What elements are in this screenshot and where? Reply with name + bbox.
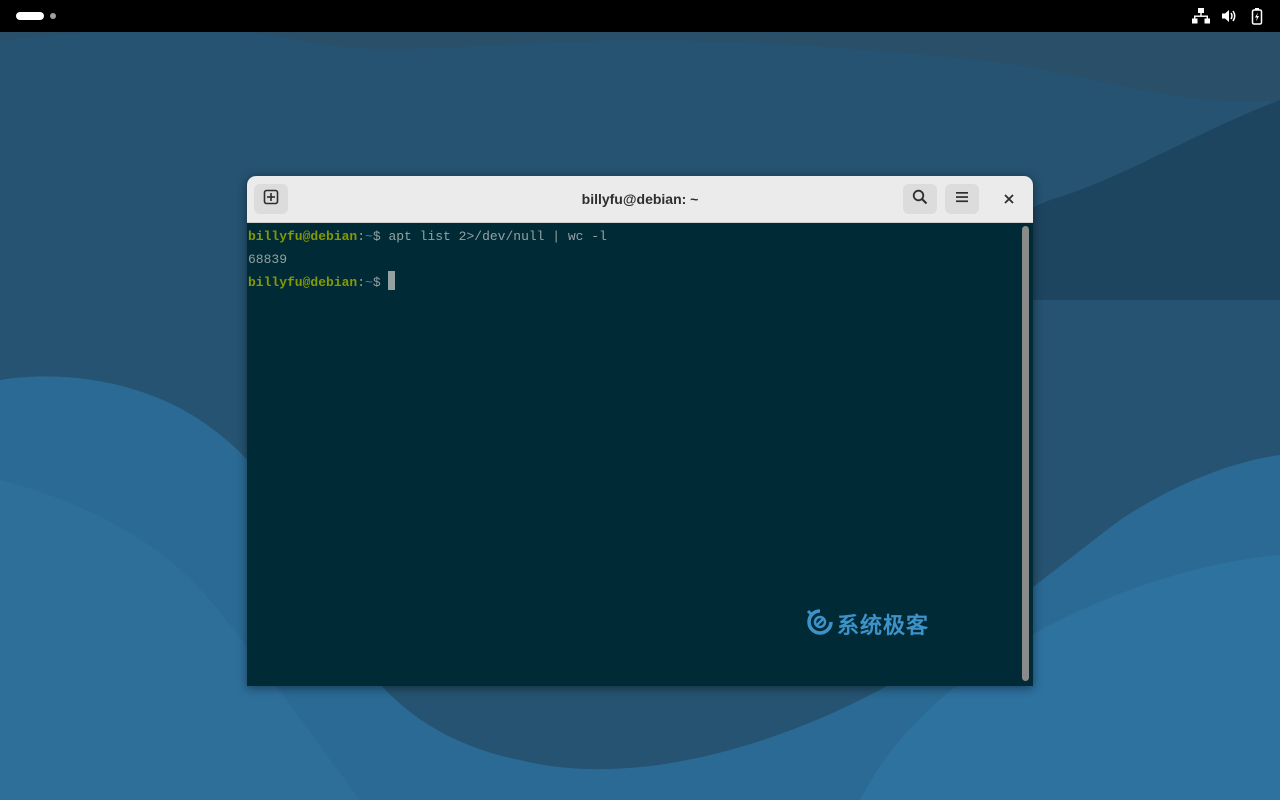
scrollbar-thumb[interactable] (1022, 226, 1029, 681)
prompt-separator: : (357, 275, 366, 290)
terminal-view[interactable]: billyfu@debian:~$ apt list 2>/dev/null |… (247, 223, 1019, 686)
prompt-path: ~ (365, 275, 373, 290)
menu-icon (954, 189, 970, 209)
scrollbar[interactable] (1019, 223, 1033, 686)
prompt-separator: : (357, 229, 366, 244)
close-button[interactable] (997, 187, 1021, 211)
volume-icon (1220, 7, 1238, 25)
network-icon (1192, 7, 1210, 25)
battery-icon (1248, 7, 1266, 25)
search-icon (912, 189, 928, 209)
terminal-output-line: 68839 (248, 248, 287, 271)
command-output: 68839 (248, 252, 288, 267)
new-tab-icon (263, 189, 279, 209)
top-bar (0, 0, 1280, 32)
system-tray[interactable] (1192, 7, 1266, 25)
new-tab-button[interactable] (254, 184, 288, 214)
watermark-text: 系统极客 (837, 613, 930, 639)
prompt-symbol: $ (372, 229, 389, 244)
prompt-path: ~ (365, 229, 373, 244)
activities-button[interactable] (16, 12, 56, 20)
command-text: apt list 2>/dev/null | wc -l (388, 229, 607, 244)
workspace-indicator (50, 13, 56, 19)
menu-button[interactable] (945, 184, 979, 214)
workspace-indicator-active (16, 12, 44, 20)
window-title: billyfu@debian: ~ (581, 191, 699, 207)
watermark-logo: 系统极客 (805, 608, 929, 644)
watermark-icon (805, 608, 835, 644)
terminal-window: billyfu@debian: ~ billyfu@debian:~$ apt … (247, 176, 1033, 686)
prompt-user: billyfu@debian (248, 229, 358, 244)
text-cursor (388, 271, 396, 290)
search-button[interactable] (903, 184, 937, 214)
terminal-line: billyfu@debian:~$ apt list 2>/dev/null |… (248, 225, 607, 248)
terminal-line: billyfu@debian:~$ (248, 271, 396, 294)
prompt-user: billyfu@debian (248, 275, 358, 290)
header-bar: billyfu@debian: ~ (247, 176, 1033, 223)
prompt-symbol: $ (372, 275, 389, 290)
close-icon (1003, 190, 1015, 209)
